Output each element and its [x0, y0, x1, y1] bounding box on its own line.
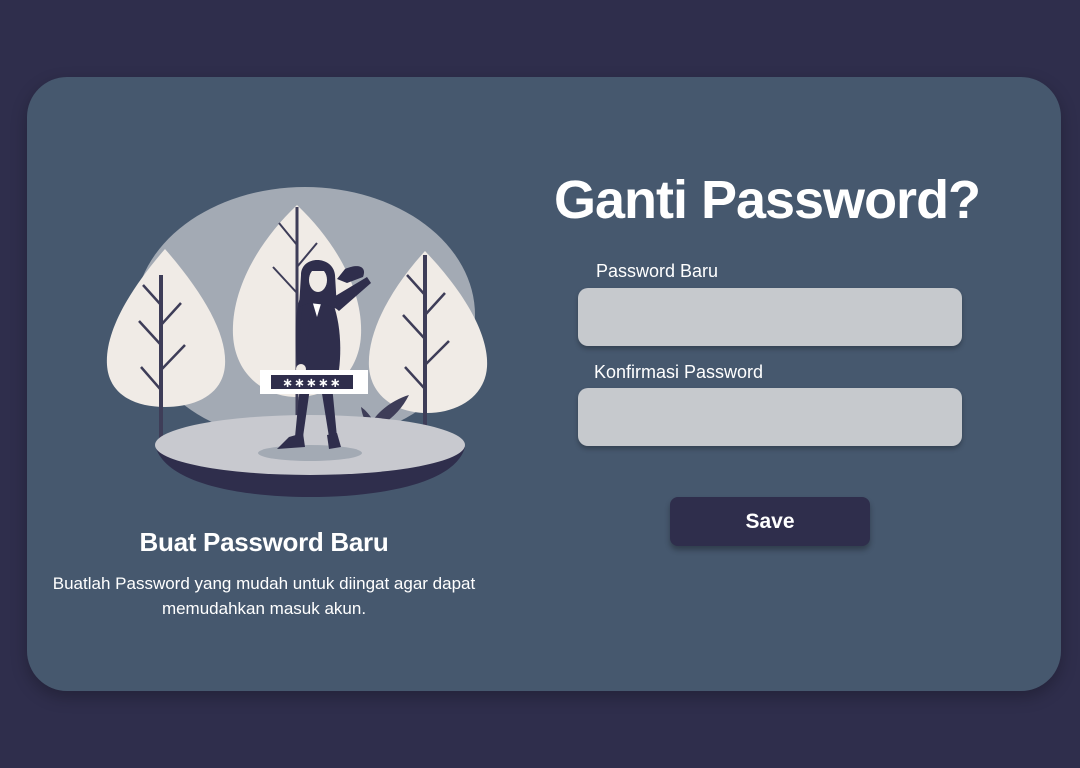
- confirm-password-input[interactable]: [578, 388, 962, 446]
- confirm-password-label: Konfirmasi Password: [594, 362, 764, 382]
- save-button[interactable]: Save: [670, 497, 870, 546]
- form-title: Ganti Password?: [553, 170, 981, 230]
- change-password-card: ∗∗∗∗∗ Buat Password Baru Buatlah Passwor…: [27, 77, 1061, 691]
- left-panel-description: Buatlah Password yang mudah untuk diinga…: [52, 574, 476, 618]
- left-panel-title: Buat Password Baru: [139, 527, 389, 557]
- woman-password-illustration: ∗∗∗∗∗: [106, 187, 488, 497]
- new-password-input[interactable]: [578, 288, 962, 346]
- password-mask-text: ∗∗∗∗∗: [282, 376, 341, 391]
- new-password-label: Password Baru: [596, 261, 719, 281]
